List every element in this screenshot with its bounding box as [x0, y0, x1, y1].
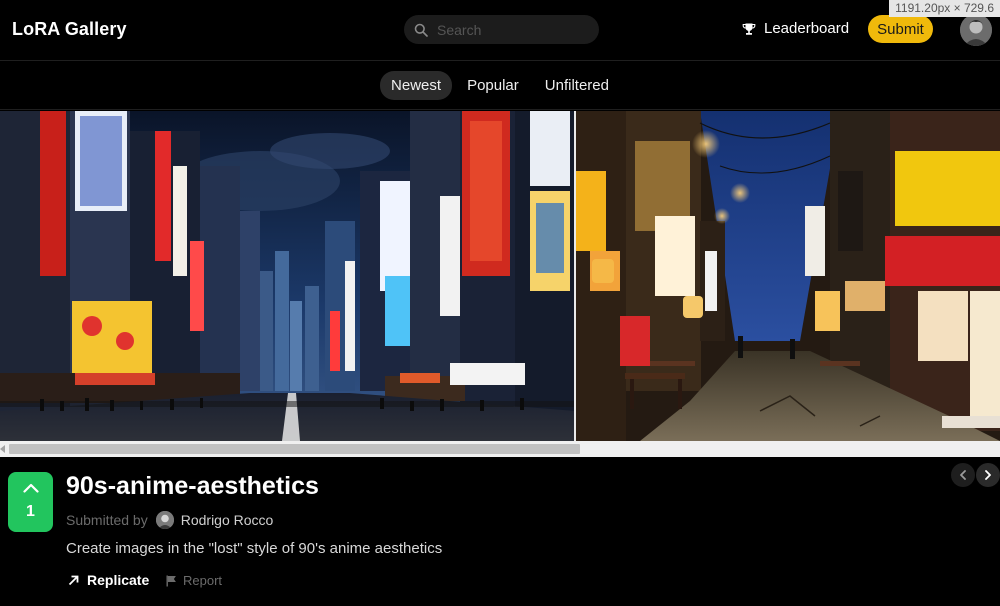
- vote-count: 1: [26, 503, 35, 520]
- brand-title[interactable]: LoRA Gallery: [12, 19, 127, 40]
- report-label: Report: [183, 573, 223, 588]
- chevron-up-icon: [22, 483, 39, 493]
- search-input[interactable]: [437, 21, 587, 38]
- tab-newest[interactable]: Newest: [380, 71, 453, 100]
- submitted-by: Submitted by Rodrigo Rocco: [66, 511, 273, 529]
- author-avatar[interactable]: [155, 511, 174, 529]
- post-title: 90s-anime-aesthetics: [66, 472, 319, 500]
- replicate-label: Replicate: [87, 572, 150, 588]
- tab-unfiltered[interactable]: Unfiltered: [534, 71, 620, 100]
- leaderboard-label: Leaderboard: [764, 20, 850, 37]
- trophy-icon: [742, 23, 756, 35]
- report-link[interactable]: Report: [166, 573, 222, 588]
- previous-post-button[interactable]: [951, 463, 975, 487]
- flag-icon: [166, 575, 176, 586]
- arrow-up-right-icon: [68, 575, 79, 585]
- submit-button[interactable]: Submit: [868, 15, 933, 43]
- image-carousel[interactable]: [0, 111, 1000, 441]
- user-avatar[interactable]: [960, 14, 992, 46]
- leaderboard-link[interactable]: Leaderboard: [742, 20, 849, 37]
- city-street-image: [0, 111, 575, 441]
- scroll-left-arrow-icon[interactable]: [0, 445, 5, 453]
- alley-street-image: [576, 111, 1000, 441]
- upvote-button[interactable]: 1: [8, 472, 53, 532]
- chevron-left-icon: [960, 470, 966, 480]
- submitted-by-label: Submitted by: [66, 512, 148, 528]
- viewport-size-badge: 1191.20px × 729.6: [889, 0, 1000, 17]
- carousel-scrollbar[interactable]: [0, 441, 1000, 457]
- search-icon: [414, 23, 428, 37]
- post-description: Create images in the "lost" style of 90'…: [66, 540, 443, 557]
- tab-popular[interactable]: Popular: [456, 71, 530, 100]
- author-name[interactable]: Rodrigo Rocco: [181, 512, 274, 528]
- feed-tabs: Newest Popular Unfiltered: [0, 62, 1000, 110]
- scroll-thumb[interactable]: [9, 444, 580, 454]
- top-bar: LoRA Gallery Leaderboard Submit: [0, 0, 1000, 61]
- search-box[interactable]: [404, 15, 599, 44]
- replicate-link[interactable]: Replicate: [68, 572, 149, 588]
- chevron-right-icon: [985, 470, 991, 480]
- next-post-button[interactable]: [976, 463, 1000, 487]
